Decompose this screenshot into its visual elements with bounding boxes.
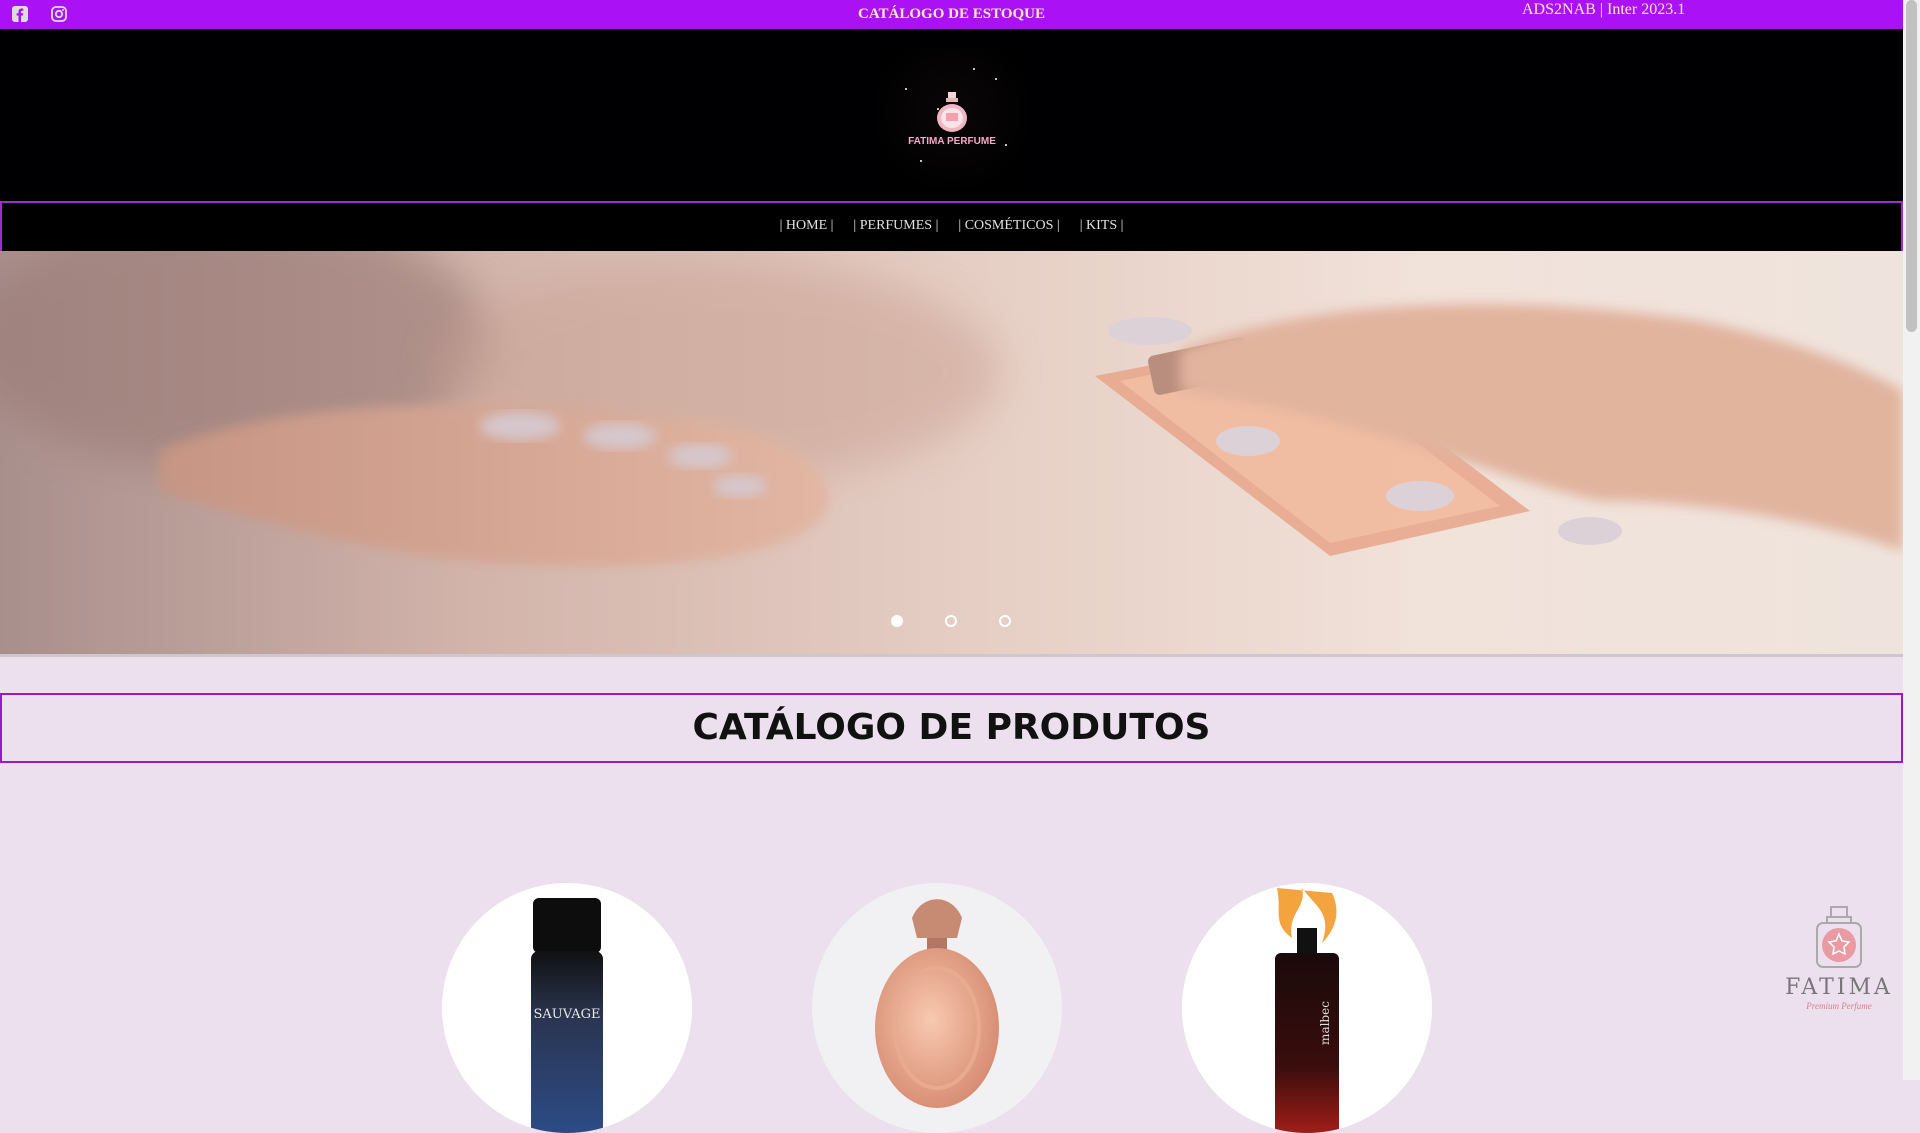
product-card-olympea[interactable] [812,883,1062,1133]
nav-item-cosmeticos[interactable]: | COSMÉTICOS | [958,218,1059,234]
product-card-sauvage[interactable]: SAUVAGE [442,883,692,1133]
olympea-bottle-image [875,899,999,1108]
sauvage-bottle-image: SAUVAGE [531,898,603,1133]
hero-carousel[interactable] [0,251,1903,654]
logo-text: FATIMA PERFUME [908,136,996,147]
main-nav: | HOME | | PERFUMES | | COSMÉTICOS | | K… [0,201,1903,253]
logo[interactable]: FATIMA PERFUME [875,48,1029,189]
nav-item-kits[interactable]: | KITS | [1080,218,1124,234]
malbec-bottle-image: malbec [1275,888,1339,1133]
nav-item-perfumes[interactable]: | PERFUMES | [853,218,938,234]
scrollbar-thumb[interactable] [1906,0,1917,332]
header: FATIMA PERFUME [0,29,1903,201]
brand-word: FATIMA [1785,975,1893,1000]
top-bar: CATÁLOGO DE ESTOQUE ADS2NAB | Inter 2023… [0,0,1903,29]
course-info: ADS2NAB | Inter 2023.1 [1522,1,1686,18]
product-label: SAUVAGE [533,1007,600,1022]
carousel-dot-3[interactable] [999,615,1011,627]
floating-brand-badge[interactable]: FATIMA Premium Perfume [1779,905,1899,1013]
carousel-dot-1[interactable] [891,615,903,627]
perfume-bottle-icon [1816,906,1862,968]
perfume-bottle-icon [937,92,967,132]
nav-item-home[interactable]: | HOME | [780,218,834,234]
product-label: malbec [1318,1001,1332,1045]
catalog-title: CATÁLOGO DE PRODUTOS [692,707,1211,748]
divider [0,654,1903,657]
hero-image [0,251,1903,567]
product-card-malbec[interactable]: malbec [1182,883,1432,1133]
carousel-dot-2[interactable] [945,615,957,627]
brand-sub: Premium Perfume [1806,1001,1872,1011]
